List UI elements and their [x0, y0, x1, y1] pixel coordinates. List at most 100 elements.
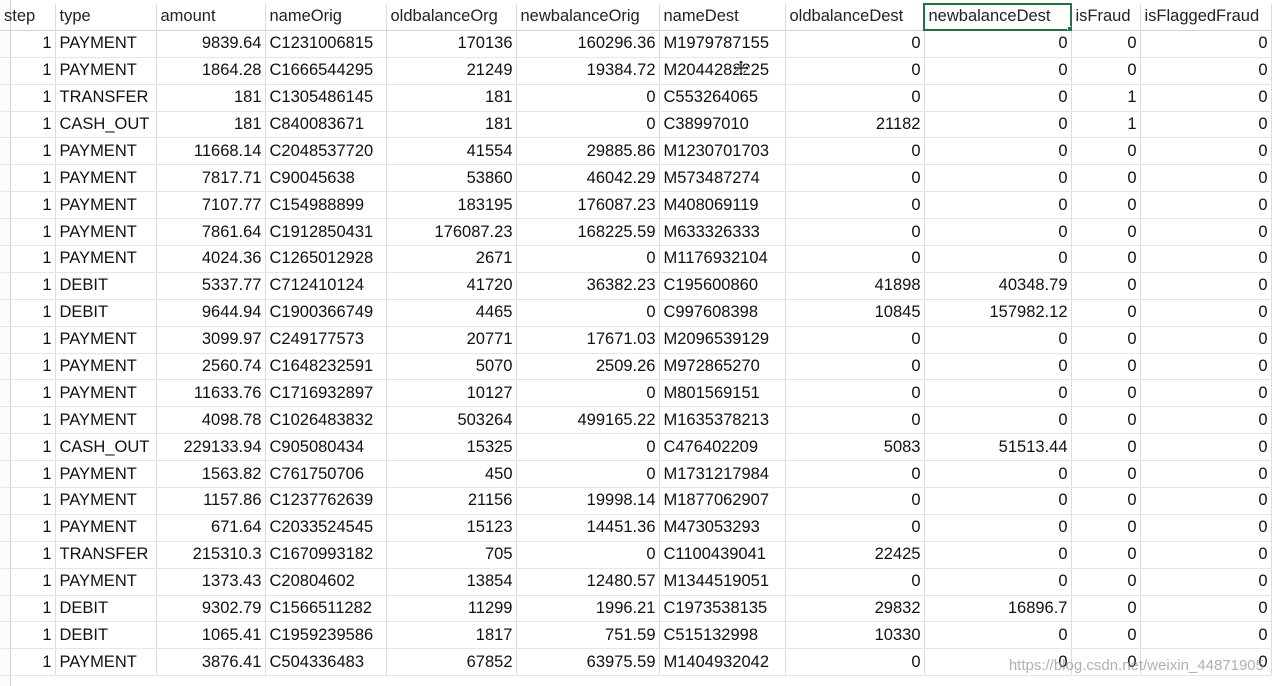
cell-nameDest[interactable]: C997608398 [659, 299, 786, 327]
column-header-nameOrig[interactable]: nameOrig [265, 4, 387, 31]
column-header-newbalanceDest[interactable]: newbalanceDest [923, 2, 1072, 32]
cell-newbalanceOrig[interactable]: 0 [516, 245, 660, 273]
cell-oldbalanceOrg[interactable]: 21156 [386, 487, 517, 515]
cell-oldbalanceOrg[interactable]: 183195 [386, 191, 517, 220]
cell-amount[interactable]: 9839.64 [156, 30, 266, 58]
column-header-isFraud[interactable]: isFraud [1071, 4, 1141, 31]
cell-amount[interactable]: 3876.41 [156, 648, 266, 677]
cell-oldbalanceDest[interactable]: 0 [785, 57, 925, 85]
cell-newbalanceDest[interactable]: 40348.79 [924, 272, 1072, 300]
cell-step[interactable]: 1 [0, 487, 56, 515]
cell-oldbalanceOrg[interactable]: 21249 [386, 57, 517, 85]
cell-isFraud[interactable]: 0 [1071, 30, 1141, 58]
cell-oldbalanceOrg[interactable]: 170136 [386, 30, 517, 58]
cell-type[interactable]: PAYMENT [55, 353, 157, 381]
cell-step[interactable]: 1 [0, 595, 56, 623]
cell-oldbalanceOrg[interactable]: 2671 [386, 245, 517, 273]
cell-oldbalanceOrg[interactable]: 10127 [386, 379, 517, 408]
cell-isFlaggedFraud[interactable]: 0 [1140, 30, 1272, 58]
cell-oldbalanceDest[interactable]: 29832 [785, 595, 925, 623]
cell-isFraud[interactable]: 1 [1071, 111, 1141, 139]
column-header-type[interactable]: type [55, 4, 157, 31]
cell-type[interactable]: PAYMENT [55, 137, 157, 166]
cell-step[interactable]: 1 [0, 30, 56, 58]
cell-step[interactable]: 1 [0, 353, 56, 381]
cell-nameDest[interactable]: M573487274 [659, 164, 786, 193]
cell-amount[interactable]: 9644.94 [156, 299, 266, 327]
cell-newbalanceDest[interactable]: 16896.7 [924, 595, 1072, 623]
cell-isFlaggedFraud[interactable]: 0 [1140, 595, 1272, 623]
cell-nameDest[interactable]: M1176932104 [659, 245, 786, 273]
cell-oldbalanceDest[interactable]: 22425 [785, 541, 925, 569]
cell-step[interactable]: 1 [0, 379, 56, 408]
cell-isFlaggedFraud[interactable]: 0 [1140, 164, 1272, 193]
cell-nameOrig[interactable]: C905080434 [265, 433, 387, 462]
cell-newbalanceDest[interactable]: 0 [924, 406, 1072, 435]
cell-amount[interactable]: 7861.64 [156, 218, 266, 247]
column-header-oldbalanceDest[interactable]: oldbalanceDest [785, 4, 925, 31]
cell-newbalanceOrig[interactable]: 46042.29 [516, 164, 660, 193]
cell-oldbalanceOrg[interactable]: 41554 [386, 137, 517, 166]
cell-newbalanceOrig[interactable]: 2509.26 [516, 353, 660, 381]
cell-amount[interactable]: 3099.97 [156, 326, 266, 354]
cell-amount[interactable]: 1065.41 [156, 621, 266, 650]
cell-isFlaggedFraud[interactable]: 0 [1140, 541, 1272, 569]
cell-nameDest[interactable]: C1973538135 [659, 595, 786, 623]
cell-isFlaggedFraud[interactable]: 0 [1140, 218, 1272, 247]
cell-type[interactable]: DEBIT [55, 621, 157, 650]
cell-isFlaggedFraud[interactable]: 0 [1140, 57, 1272, 85]
cell-nameDest[interactable]: M801569151 [659, 379, 786, 408]
cell-newbalanceDest[interactable]: 0 [924, 164, 1072, 193]
cell-type[interactable]: PAYMENT [55, 218, 157, 247]
cell-nameDest[interactable]: M2044282225 [659, 57, 786, 85]
cell-step[interactable]: 1 [0, 218, 56, 247]
cell-oldbalanceDest[interactable]: 0 [785, 379, 925, 408]
cell-isFraud[interactable]: 0 [1071, 487, 1141, 515]
cell-nameOrig[interactable]: C154988899 [265, 191, 387, 220]
cell-newbalanceOrig[interactable]: 19384.72 [516, 57, 660, 85]
cell-nameOrig[interactable]: C840083671 [265, 111, 387, 139]
cell-type[interactable]: CASH_OUT [55, 111, 157, 139]
cell-nameDest[interactable]: M1230701703 [659, 137, 786, 166]
cell-oldbalanceOrg[interactable]: 67852 [386, 648, 517, 677]
cell-type[interactable]: PAYMENT [55, 164, 157, 193]
cell-newbalanceOrig[interactable]: 0 [516, 84, 660, 112]
cell-isFraud[interactable]: 0 [1071, 272, 1141, 300]
cell-step[interactable]: 1 [0, 460, 56, 489]
cell-nameOrig[interactable]: C1566511282 [265, 595, 387, 623]
cell-isFlaggedFraud[interactable]: 0 [1140, 299, 1272, 327]
cell-newbalanceOrig[interactable]: 0 [516, 433, 660, 462]
cell-type[interactable]: PAYMENT [55, 57, 157, 85]
cell-newbalanceOrig[interactable]: 0 [516, 541, 660, 569]
cell-step[interactable]: 1 [0, 621, 56, 650]
cell-oldbalanceDest[interactable]: 0 [785, 648, 925, 677]
cell-isFlaggedFraud[interactable]: 0 [1140, 460, 1272, 489]
cell-oldbalanceOrg[interactable]: 20771 [386, 326, 517, 354]
cell-nameDest[interactable]: M1344519051 [659, 568, 786, 596]
cell-nameOrig[interactable]: C761750706 [265, 460, 387, 489]
cell-isFlaggedFraud[interactable]: 0 [1140, 191, 1272, 220]
cell-amount[interactable]: 215310.3 [156, 541, 266, 569]
cell-step[interactable]: 1 [0, 84, 56, 112]
column-header-nameDest[interactable]: nameDest [659, 4, 786, 31]
cell-oldbalanceOrg[interactable]: 4465 [386, 299, 517, 327]
column-header-isFlaggedFraud[interactable]: isFlaggedFraud [1140, 4, 1272, 31]
cell-isFraud[interactable]: 0 [1071, 433, 1141, 462]
cell-step[interactable]: 1 [0, 245, 56, 273]
cell-oldbalanceOrg[interactable]: 15123 [386, 514, 517, 542]
cell-oldbalanceOrg[interactable]: 5070 [386, 353, 517, 381]
cell-newbalanceDest[interactable]: 0 [924, 326, 1072, 354]
cell-step[interactable]: 1 [0, 272, 56, 300]
cell-amount[interactable]: 9302.79 [156, 595, 266, 623]
cell-isFraud[interactable]: 0 [1071, 164, 1141, 193]
cell-isFraud[interactable]: 0 [1071, 568, 1141, 596]
cell-isFraud[interactable]: 0 [1071, 245, 1141, 273]
cell-isFraud[interactable]: 0 [1071, 379, 1141, 408]
cell-amount[interactable]: 4024.36 [156, 245, 266, 273]
cell-oldbalanceDest[interactable]: 0 [785, 326, 925, 354]
cell-oldbalanceDest[interactable]: 0 [785, 84, 925, 112]
cell-isFlaggedFraud[interactable]: 0 [1140, 84, 1272, 112]
cell-step[interactable]: 1 [0, 648, 56, 677]
cell-newbalanceOrig[interactable]: 29885.86 [516, 137, 660, 166]
cell-nameOrig[interactable]: C1716932897 [265, 379, 387, 408]
